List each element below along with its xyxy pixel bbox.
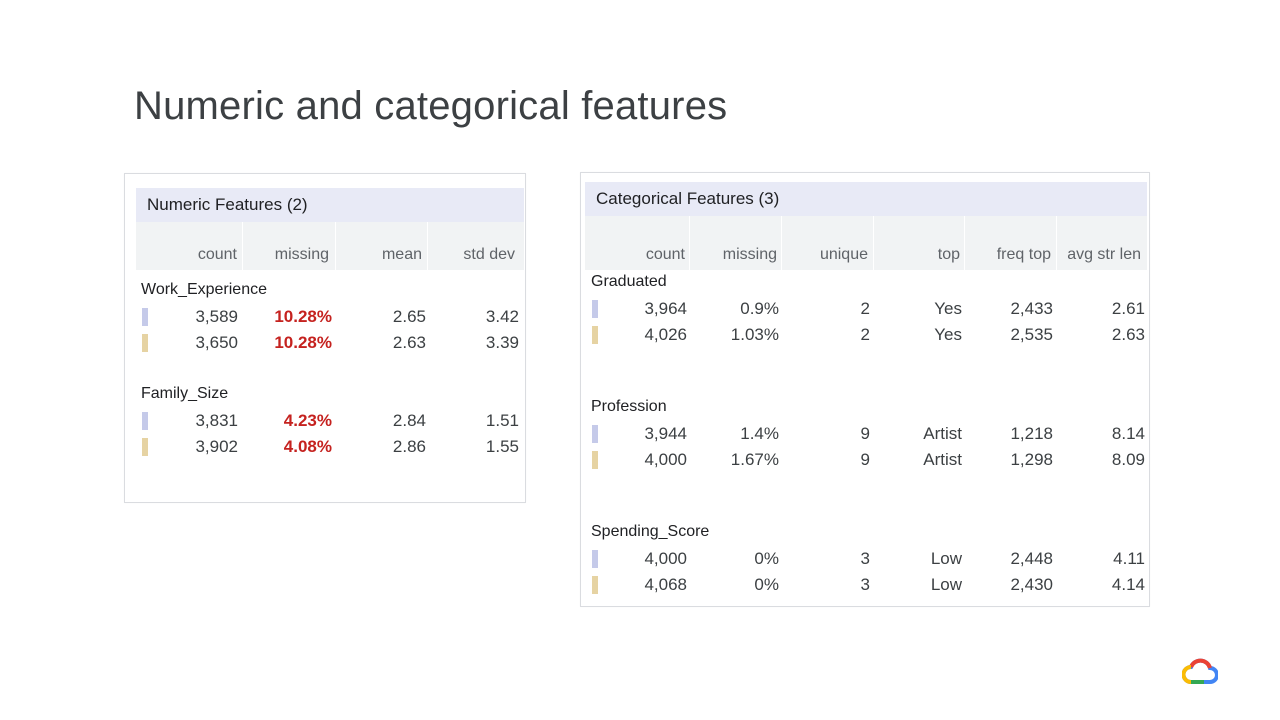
freq-top-value: 2,535 [1010,325,1053,344]
top-value: Low [930,575,962,594]
feature-name: Work_Experience [141,281,267,298]
count-value: 4,068 [644,575,687,594]
feature-name: Family_Size [141,385,229,402]
google-cloud-logo-icon [1182,658,1218,684]
mean-value: 2.63 [392,333,426,352]
missing-value: 0.9% [740,299,779,318]
slide-title: Numeric and categorical features [134,84,728,128]
feature-name: Spending_Score [591,523,710,540]
feature-name: Profession [591,398,667,415]
dataset-swatch [592,425,598,443]
table-row: 4,068 0% 3 Low 2,430 4.14 [581,573,1149,597]
avg-str-len-value: 8.14 [1111,424,1145,443]
count-value: 4,026 [644,325,687,344]
missing-value: 1.4% [740,424,779,443]
count-value: 3,650 [195,333,238,352]
col-header-std-dev: std dev [463,246,515,263]
dataset-swatch [592,326,598,344]
table-row: 3,964 0.9% 2 Yes 2,433 2.61 [581,297,1149,321]
unique-value: 2 [860,325,870,344]
unique-value: 3 [860,549,870,568]
mean-value: 2.65 [392,307,426,326]
missing-value: 0% [754,575,779,594]
missing-value: 4.08% [283,437,332,456]
std-dev-value: 1.51 [485,411,519,430]
table-row: 3,902 4.08% 2.86 1.55 [125,435,525,459]
avg-str-len-value: 4.14 [1111,575,1145,594]
missing-value: 0% [754,549,779,568]
dataset-swatch [592,550,598,568]
table-row: 4,000 1.67% 9 Artist 1,298 8.09 [581,448,1149,472]
avg-str-len-value: 4.11 [1113,549,1145,568]
numeric-panel-header: Numeric Features (2) [136,188,524,222]
col-header-count: count [645,246,685,263]
dataset-swatch [142,412,148,430]
dataset-swatch [592,300,598,318]
top-value: Artist [923,424,962,443]
avg-str-len-value: 8.09 [1111,450,1145,469]
freq-top-value: 2,430 [1010,575,1053,594]
col-header-mean: mean [381,246,422,263]
top-value: Artist [923,450,962,469]
categorical-features-panel: Categorical Features (3) count missing u… [580,172,1150,607]
freq-top-value: 1,218 [1010,424,1053,443]
mean-value: 2.84 [392,411,426,430]
dataset-swatch [142,438,148,456]
std-dev-value: 3.39 [485,333,519,352]
table-row: 4,000 0% 3 Low 2,448 4.11 [581,547,1149,571]
count-value: 4,000 [644,450,687,469]
freq-top-value: 2,448 [1010,549,1053,568]
missing-value: 4.23% [283,411,332,430]
unique-value: 3 [860,575,870,594]
count-value: 4,000 [644,549,687,568]
missing-value: 10.28% [274,333,332,352]
dataset-swatch [592,576,598,594]
categorical-column-headers: count missing unique top freq top avg st… [585,216,1147,270]
top-value: Low [930,549,962,568]
avg-str-len-value: 2.61 [1111,299,1145,318]
dataset-swatch [142,334,148,352]
count-value: 3,831 [195,411,238,430]
table-row: 4,026 1.03% 2 Yes 2,535 2.63 [581,323,1149,347]
top-value: Yes [934,325,962,344]
table-row: 3,589 10.28% 2.65 3.42 [125,305,525,329]
table-row: 3,650 10.28% 2.63 3.39 [125,331,525,355]
count-value: 3,589 [195,307,238,326]
col-header-unique: unique [819,246,868,263]
col-header-avg-str-len: avg str len [1067,246,1141,263]
dataset-swatch [142,308,148,326]
table-row: 3,944 1.4% 9 Artist 1,218 8.14 [581,422,1149,446]
dataset-swatch [592,451,598,469]
missing-value: 1.03% [730,325,779,344]
missing-value: 1.67% [730,450,779,469]
col-header-missing: missing [274,246,329,263]
missing-value: 10.28% [274,307,332,326]
table-row: 3,831 4.23% 2.84 1.51 [125,409,525,433]
unique-value: 9 [860,450,870,469]
col-header-top: top [937,246,960,263]
unique-value: 9 [860,424,870,443]
numeric-column-headers: count missing mean std dev [136,222,524,270]
freq-top-value: 2,433 [1010,299,1053,318]
col-header-freq-top: freq top [996,246,1051,263]
categorical-panel-header: Categorical Features (3) [585,182,1147,216]
freq-top-value: 1,298 [1010,450,1053,469]
count-value: 3,902 [195,437,238,456]
numeric-features-panel: Numeric Features (2) count missing mean … [124,173,526,503]
top-value: Yes [934,299,962,318]
std-dev-value: 3.42 [485,307,519,326]
avg-str-len-value: 2.63 [1111,325,1145,344]
count-value: 3,944 [644,424,687,443]
col-header-count: count [197,246,237,263]
count-value: 3,964 [644,299,687,318]
feature-name: Graduated [591,273,667,290]
unique-value: 2 [860,299,870,318]
std-dev-value: 1.55 [485,437,519,456]
mean-value: 2.86 [392,437,426,456]
col-header-missing: missing [722,246,777,263]
